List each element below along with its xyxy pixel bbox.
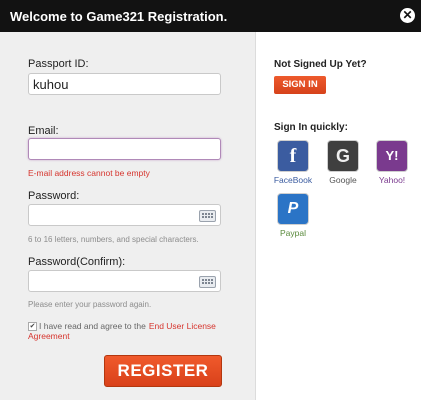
keyboard-icon[interactable] [199, 210, 216, 222]
signin-panel: Not Signed Up Yet? SIGN IN Sign In quick… [255, 32, 421, 400]
password-hint: 6 to 16 letters, numbers, and special ch… [28, 235, 199, 244]
yahoo-label: Yahoo! [378, 175, 406, 185]
passport-label: Passport ID: [28, 58, 89, 70]
title-bar: Welcome to Game321 Registration. ✕ [0, 0, 421, 32]
passport-input[interactable] [28, 73, 221, 95]
email-input[interactable] [28, 138, 221, 160]
confirm-password-input[interactable] [28, 270, 221, 292]
google-label: Google [329, 175, 357, 185]
google-signin[interactable]: G Google [320, 140, 366, 185]
window-title: Welcome to Game321 Registration. [10, 9, 228, 24]
google-icon: G [327, 140, 359, 172]
close-icon[interactable]: ✕ [400, 8, 415, 23]
registration-form: Passport ID: Email: E-mail address canno… [0, 32, 255, 400]
agreement-row: ✔ I have read and agree to the End User Li… [28, 321, 255, 341]
yahoo-signin[interactable]: Y! Yahoo! [369, 140, 415, 185]
password-label: Password: [28, 190, 80, 202]
facebook-label: FaceBook [273, 175, 313, 185]
confirm-password-hint: Please enter your password again. [28, 300, 152, 309]
paypal-signin[interactable]: P Paypal [270, 193, 316, 238]
not-signed-up-heading: Not Signed Up Yet? [274, 59, 367, 70]
paypal-label: Paypal [280, 228, 306, 238]
confirm-password-label: Password(Confirm): [28, 256, 126, 268]
register-button[interactable]: REGISTER [104, 355, 222, 387]
yahoo-icon: Y! [376, 140, 408, 172]
sign-in-quickly-heading: Sign In quickly: [274, 122, 348, 133]
email-label: Email: [28, 125, 59, 137]
paypal-icon: P [277, 193, 309, 225]
agree-checkbox[interactable]: ✔ [28, 322, 37, 332]
password-input[interactable] [28, 204, 221, 226]
email-error-text: E-mail address cannot be empty [28, 168, 150, 178]
facebook-icon: f [277, 140, 309, 172]
keyboard-icon[interactable] [199, 276, 216, 288]
facebook-signin[interactable]: f FaceBook [270, 140, 316, 185]
agree-text: I have read and agree to the [39, 321, 146, 331]
sign-in-button[interactable]: SIGN IN [274, 76, 326, 94]
